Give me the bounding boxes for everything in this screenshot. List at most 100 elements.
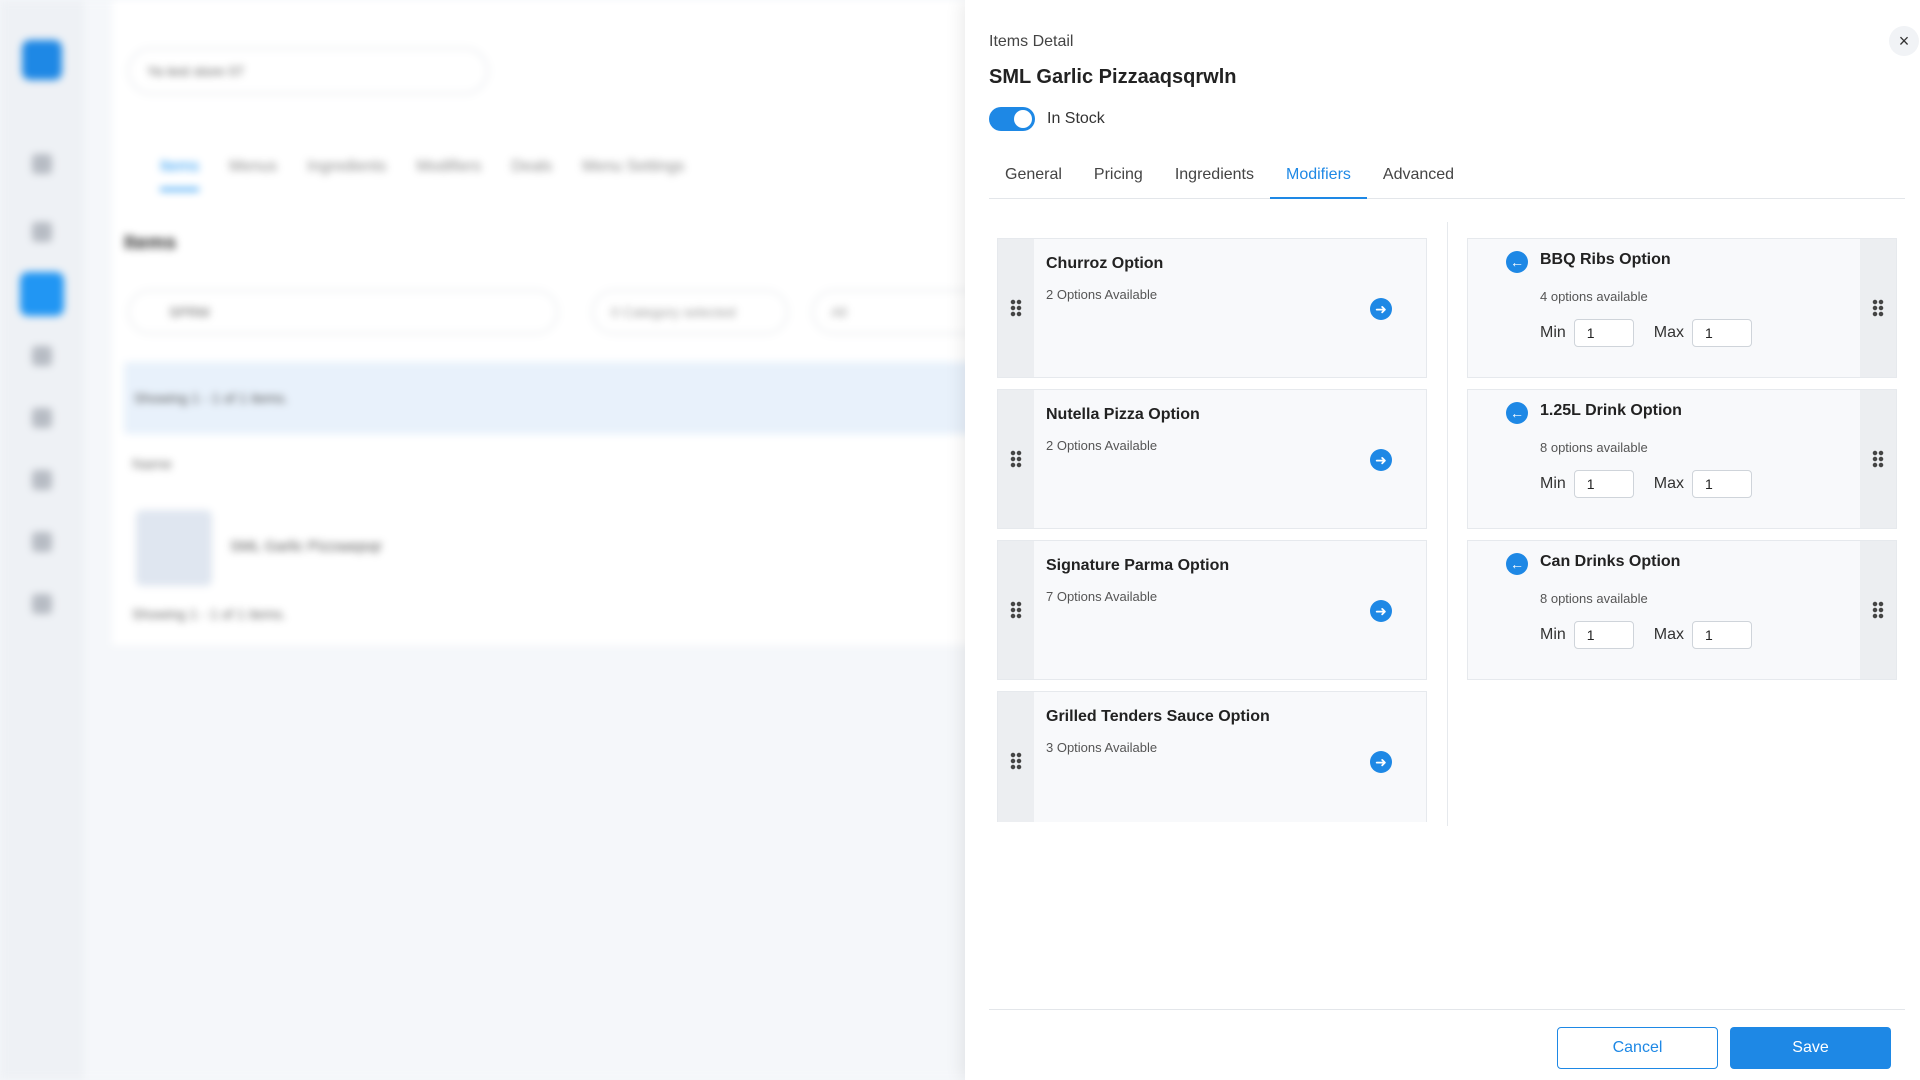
min-label: Min bbox=[1540, 324, 1566, 341]
dashboard-icon bbox=[32, 154, 52, 174]
item-row-name: SML Garlic Pizzaaqsqr bbox=[230, 538, 382, 555]
modifier-name: Signature Parma Option bbox=[1046, 557, 1230, 574]
min-label: Min bbox=[1540, 475, 1566, 492]
grip-icon bbox=[1010, 601, 1022, 619]
max-input[interactable] bbox=[1692, 319, 1753, 347]
available-modifier-card: Nutella Pizza Option 2 Options Available… bbox=[997, 389, 1427, 529]
assigned-modifiers-list: ← BBQ Ribs Option 4 options available Mi… bbox=[1467, 238, 1897, 691]
modifier-option-count: 2 Options Available bbox=[1046, 287, 1158, 302]
item-thumbnail bbox=[136, 510, 212, 586]
max-input[interactable] bbox=[1692, 470, 1753, 498]
modifier-name: Churroz Option bbox=[1046, 255, 1164, 272]
arrow-right-icon[interactable]: ➜ bbox=[1370, 449, 1392, 471]
settings-icon bbox=[32, 594, 52, 614]
drag-handle[interactable] bbox=[1860, 390, 1896, 528]
reports-icon bbox=[32, 408, 52, 428]
available-modifier-card: Churroz Option 2 Options Available ➜ bbox=[997, 238, 1427, 378]
assigned-modifier-card: ← 1.25L Drink Option 8 options available… bbox=[1467, 389, 1897, 529]
modifier-name: Nutella Pizza Option bbox=[1046, 406, 1200, 423]
arrow-right-icon[interactable]: ➜ bbox=[1370, 751, 1392, 773]
search-input: SPRM bbox=[128, 290, 558, 334]
modifier-name: Grilled Tenders Sauce Option bbox=[1046, 708, 1270, 725]
tab-ingredients: Ingredients bbox=[307, 158, 387, 175]
footer-divider bbox=[989, 1009, 1905, 1010]
available-modifier-card: Grilled Tenders Sauce Option 3 Options A… bbox=[997, 691, 1427, 822]
detail-tabs: General Pricing Ingredients Modifiers Ad… bbox=[989, 160, 1905, 199]
results-summary-bottom: Showing 1 - 1 of 1 items. bbox=[132, 606, 287, 622]
close-icon[interactable]: × bbox=[1889, 26, 1919, 56]
drag-handle[interactable] bbox=[998, 541, 1034, 679]
messages-icon bbox=[32, 470, 52, 490]
app-logo bbox=[22, 40, 62, 80]
tab-menu-settings: Menu Settings bbox=[582, 158, 685, 175]
item-title: SML Garlic Pizzaaqsqrwln bbox=[989, 66, 1237, 88]
drag-handle[interactable] bbox=[1860, 541, 1896, 679]
modifier-option-count: 8 options available bbox=[1540, 440, 1648, 455]
column-header-name: Name bbox=[132, 456, 173, 473]
min-max-row: Min Max bbox=[1540, 470, 1753, 498]
tab-modifiers[interactable]: Modifiers bbox=[1270, 160, 1367, 199]
arrow-left-icon[interactable]: ← bbox=[1506, 553, 1528, 575]
max-input[interactable] bbox=[1692, 621, 1753, 649]
available-modifiers-list: Churroz Option 2 Options Available ➜ Nut… bbox=[997, 238, 1427, 822]
min-max-row: Min Max bbox=[1540, 621, 1753, 649]
category-filter: 0 Category selected bbox=[592, 290, 788, 334]
in-stock-row: In Stock bbox=[989, 107, 1105, 131]
tab-general[interactable]: General bbox=[989, 160, 1078, 199]
drag-handle[interactable] bbox=[998, 390, 1034, 528]
min-input[interactable] bbox=[1573, 319, 1634, 347]
orders-icon bbox=[32, 222, 52, 242]
modifier-option-count: 7 Options Available bbox=[1046, 589, 1158, 604]
min-input[interactable] bbox=[1573, 621, 1634, 649]
in-stock-label: In Stock bbox=[1047, 110, 1105, 127]
drag-handle[interactable] bbox=[998, 239, 1034, 377]
arrow-left-icon[interactable]: ← bbox=[1506, 251, 1528, 273]
arrow-right-icon[interactable]: ➜ bbox=[1370, 298, 1392, 320]
grip-icon bbox=[1872, 601, 1884, 619]
grip-icon bbox=[1010, 450, 1022, 468]
tab-deals: Deals bbox=[511, 158, 553, 175]
modifier-option-count: 3 Options Available bbox=[1046, 740, 1158, 755]
max-label: Max bbox=[1653, 626, 1685, 643]
tab-modifiers: Modifiers bbox=[416, 158, 482, 175]
tab-ingredients[interactable]: Ingredients bbox=[1159, 160, 1270, 199]
column-divider bbox=[1447, 222, 1448, 826]
modifier-name: Can Drinks Option bbox=[1540, 553, 1681, 570]
max-label: Max bbox=[1653, 475, 1685, 492]
nav-rail bbox=[0, 0, 84, 1080]
modifier-option-count: 2 Options Available bbox=[1046, 438, 1158, 453]
tab-advanced[interactable]: Advanced bbox=[1367, 160, 1470, 199]
tab-pricing[interactable]: Pricing bbox=[1078, 160, 1159, 199]
items-detail-drawer: Items Detail × SML Garlic Pizzaaqsqrwln … bbox=[965, 0, 1920, 1080]
grip-icon bbox=[1872, 299, 1884, 317]
customers-icon bbox=[32, 346, 52, 366]
assigned-modifier-card: ← BBQ Ribs Option 4 options available Mi… bbox=[1467, 238, 1897, 378]
edit-icon bbox=[32, 532, 52, 552]
cancel-button[interactable]: Cancel bbox=[1557, 1027, 1718, 1069]
drag-handle[interactable] bbox=[998, 692, 1034, 822]
drag-handle[interactable] bbox=[1860, 239, 1896, 377]
assigned-modifier-card: ← Can Drinks Option 8 options available … bbox=[1467, 540, 1897, 680]
min-label: Min bbox=[1540, 626, 1566, 643]
min-input[interactable] bbox=[1573, 470, 1634, 498]
store-select: Ya test store 07 bbox=[128, 48, 488, 94]
results-summary: Showing 1 - 1 of 1 items. bbox=[124, 362, 1004, 434]
arrow-left-icon[interactable]: ← bbox=[1506, 402, 1528, 424]
grip-icon bbox=[1010, 299, 1022, 317]
grip-icon bbox=[1872, 450, 1884, 468]
available-modifier-card: Signature Parma Option 7 Options Availab… bbox=[997, 540, 1427, 680]
grip-icon bbox=[1010, 752, 1022, 770]
tab-items: Items bbox=[160, 158, 200, 191]
page-title: Items bbox=[124, 232, 177, 254]
arrow-right-icon[interactable]: ➜ bbox=[1370, 600, 1392, 622]
modifier-option-count: 8 options available bbox=[1540, 591, 1648, 606]
in-stock-toggle[interactable] bbox=[989, 107, 1035, 131]
max-label: Max bbox=[1653, 324, 1685, 341]
tab-menus: Menus bbox=[229, 158, 278, 175]
modifier-name: 1.25L Drink Option bbox=[1540, 402, 1682, 419]
section-tabs: Items Menus Ingredients Modifiers Deals … bbox=[160, 158, 684, 191]
min-max-row: Min Max bbox=[1540, 319, 1753, 347]
drawer-label: Items Detail bbox=[989, 33, 1074, 50]
save-button[interactable]: Save bbox=[1730, 1027, 1891, 1069]
menu-nav-icon bbox=[20, 272, 64, 316]
